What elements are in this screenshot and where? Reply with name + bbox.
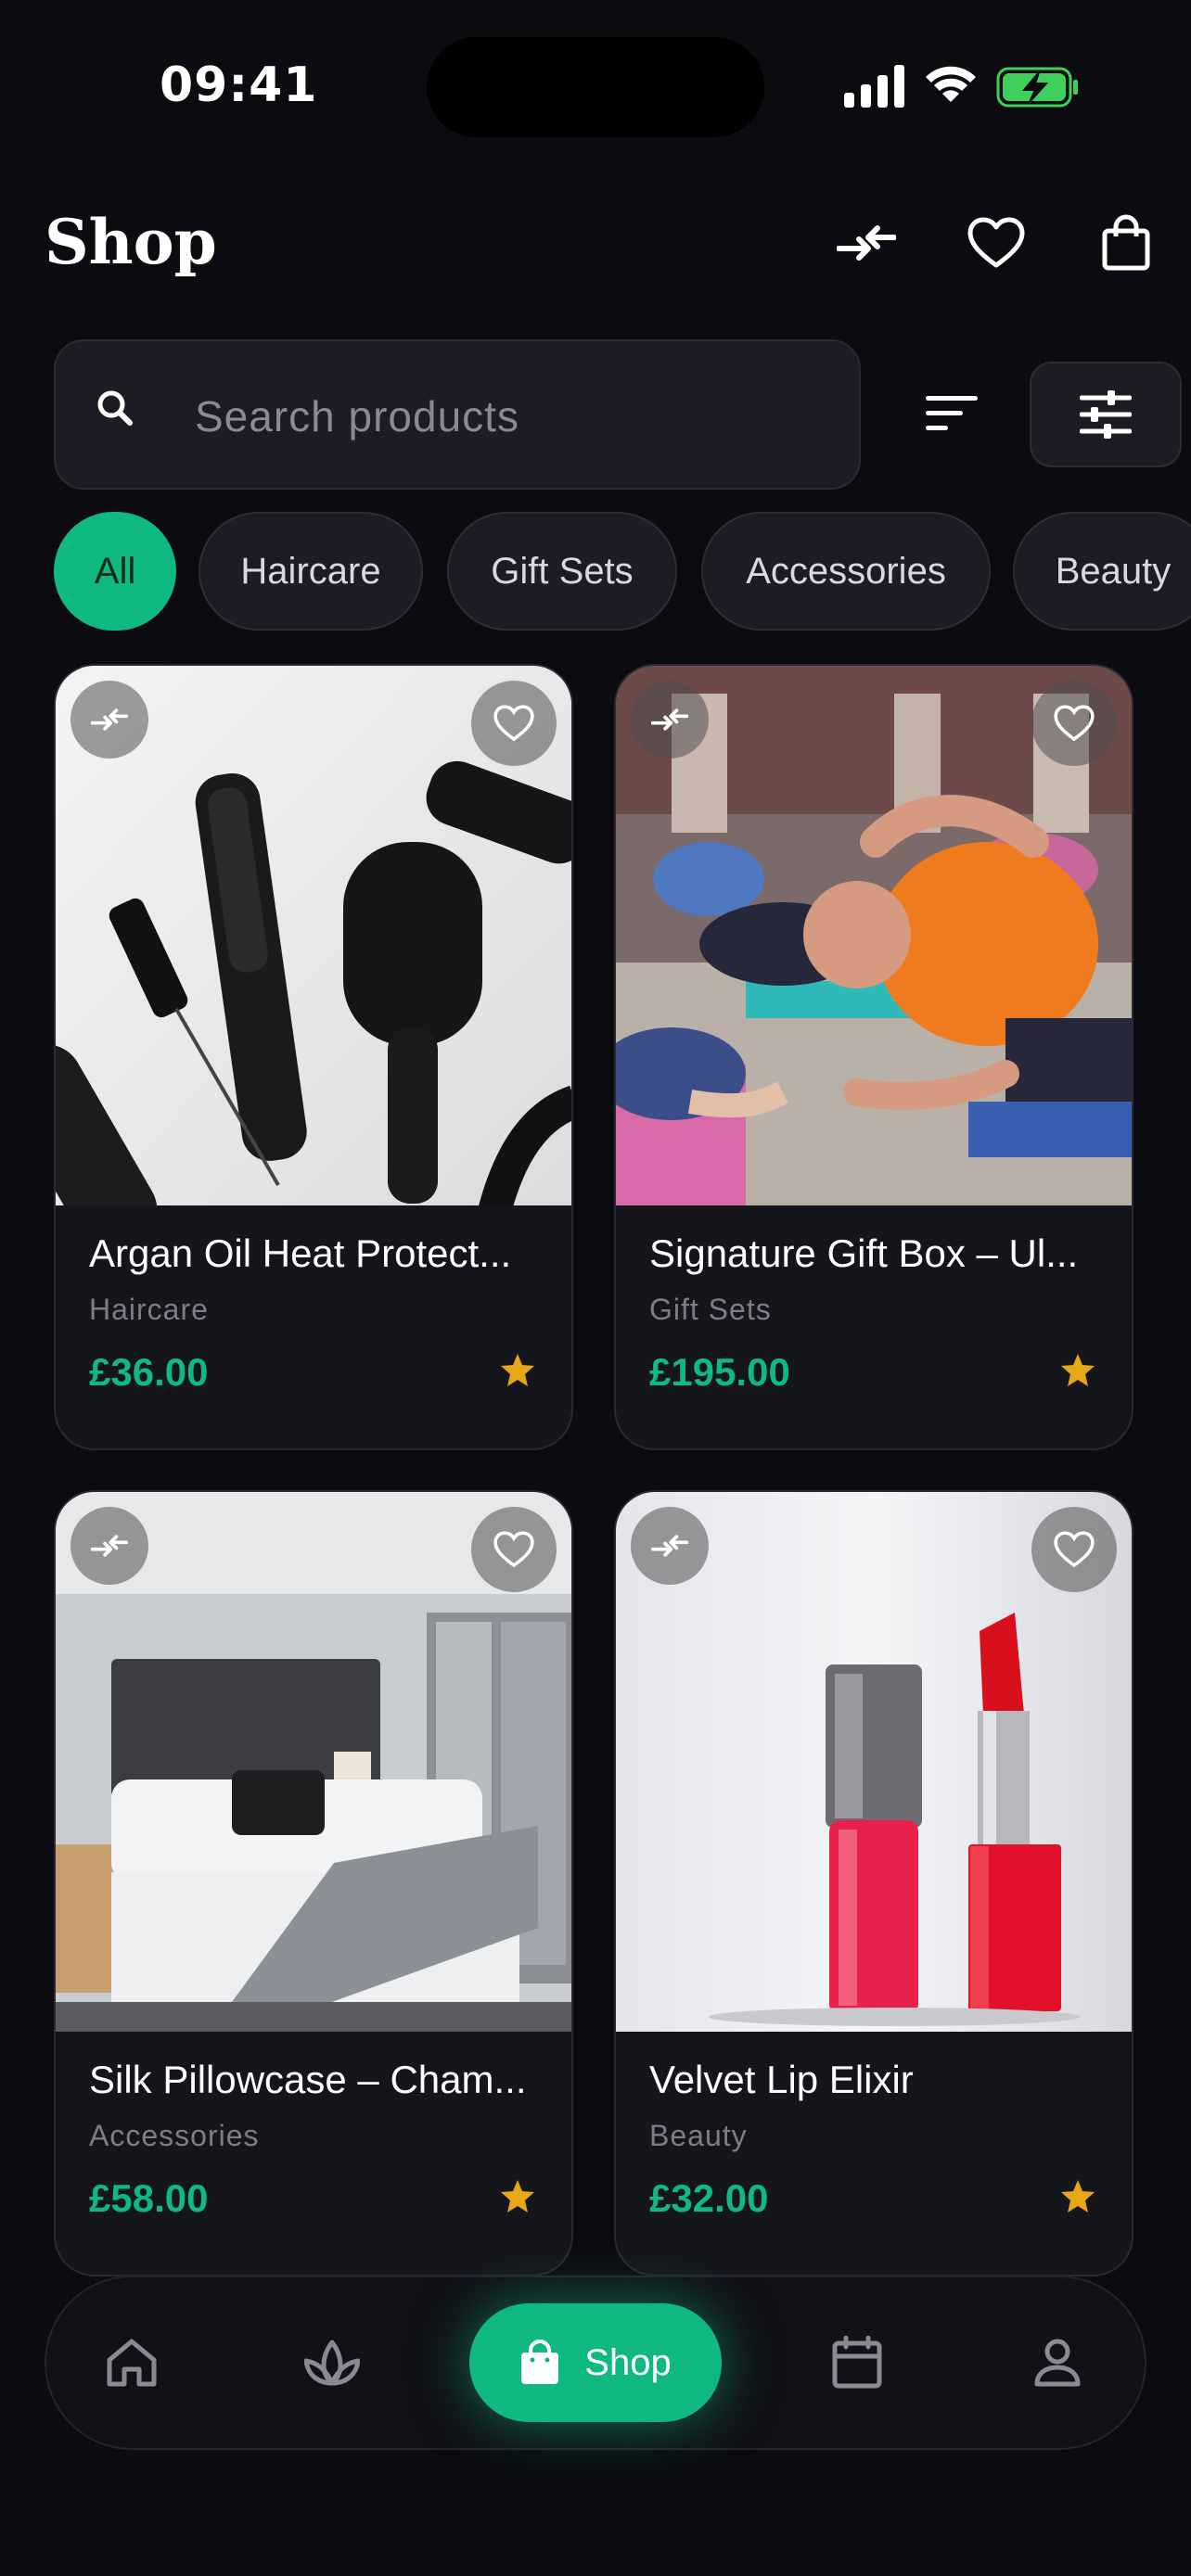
- product-category: Beauty: [649, 2119, 748, 2152]
- home-icon: [107, 2339, 157, 2387]
- nav-services[interactable]: [299, 2329, 365, 2396]
- product-price: £36.00: [89, 1350, 209, 1394]
- product-price: £58.00: [89, 2176, 209, 2220]
- chip-all[interactable]: All: [54, 512, 176, 631]
- star-icon: [501, 2180, 534, 2213]
- card-compare-button[interactable]: [631, 1507, 709, 1585]
- product-card[interactable]: Velvet Lip Elixir Beauty £32.00: [614, 1490, 1133, 2276]
- product-price: £195.00: [649, 1350, 790, 1394]
- product-card[interactable]: Silk Pillowcase – Cham... Accessories £5…: [54, 1490, 573, 2276]
- card-compare-button[interactable]: [631, 681, 709, 759]
- card-favorite-button[interactable]: [471, 681, 557, 766]
- card-favorite-button[interactable]: [471, 1507, 557, 1592]
- chip-gift-sets[interactable]: Gift Sets: [447, 512, 677, 631]
- page-title: Shop: [45, 206, 217, 278]
- compare-arrows-icon: [837, 225, 896, 261]
- heart-icon: [493, 705, 534, 742]
- compare-arrows-icon: [651, 1535, 688, 1557]
- card-compare-button[interactable]: [70, 681, 148, 759]
- product-category: Accessories: [89, 2119, 260, 2152]
- sliders-icon: [1080, 390, 1132, 439]
- shopping-bag-icon: [1102, 214, 1150, 271]
- sort-icon: [926, 396, 978, 430]
- lotus-icon: [304, 2340, 360, 2386]
- heart-icon: [1054, 705, 1095, 742]
- heart-icon: [493, 1531, 534, 1568]
- product-name: Signature Gift Box – Ul...: [649, 1231, 1079, 1275]
- cart-button[interactable]: [1093, 210, 1159, 276]
- status-time: 09:41: [160, 57, 318, 113]
- heart-icon: [1054, 1531, 1095, 1568]
- card-compare-button[interactable]: [70, 1507, 148, 1585]
- product-category: Haircare: [89, 1293, 209, 1326]
- cellular-signal-icon: [844, 65, 904, 108]
- chip-label: Accessories: [746, 550, 946, 592]
- shopping-bag-icon: [521, 2340, 559, 2384]
- wifi-icon: [926, 66, 976, 102]
- chip-label: Gift Sets: [491, 550, 634, 592]
- compare-arrows-icon: [91, 1535, 128, 1557]
- chip-label: Haircare: [240, 550, 381, 592]
- product-name: Argan Oil Heat Protect...: [89, 1231, 512, 1275]
- nav-shop[interactable]: Shop: [469, 2303, 722, 2422]
- nav-shop-label: Shop: [584, 2341, 672, 2383]
- status-bar: 09:41: [0, 0, 1191, 139]
- compare-arrows-icon: [651, 708, 688, 731]
- chip-label: All: [94, 550, 136, 592]
- product-name: Silk Pillowcase – Cham...: [89, 2058, 527, 2101]
- product-name: Velvet Lip Elixir: [649, 2058, 914, 2101]
- user-icon: [1034, 2339, 1081, 2387]
- compare-button[interactable]: [833, 210, 900, 276]
- nav-bookings[interactable]: [824, 2329, 890, 2396]
- dynamic-island: [427, 37, 764, 137]
- calendar-icon: [832, 2336, 882, 2389]
- product-category: Gift Sets: [649, 1293, 772, 1326]
- wishlist-button[interactable]: [963, 210, 1030, 276]
- chip-label: Beauty: [1055, 550, 1172, 592]
- card-favorite-button[interactable]: [1031, 1507, 1117, 1592]
- star-icon: [501, 1354, 534, 1386]
- card-favorite-button[interactable]: [1031, 681, 1117, 766]
- sort-button[interactable]: [918, 380, 985, 447]
- battery-charging-icon: [996, 67, 1078, 108]
- chip-haircare[interactable]: Haircare: [198, 512, 423, 631]
- star-icon: [1061, 1354, 1095, 1386]
- product-card[interactable]: Signature Gift Box – Ul... Gift Sets £19…: [614, 664, 1133, 1450]
- chip-beauty[interactable]: Beauty: [1013, 512, 1191, 631]
- search-input[interactable]: [195, 384, 826, 449]
- filter-button[interactable]: [1030, 362, 1182, 467]
- category-chips: All Haircare Gift Sets Accessories Beaut…: [54, 512, 1191, 631]
- nav-home[interactable]: [98, 2329, 165, 2396]
- heart-icon: [967, 217, 1025, 268]
- nav-profile[interactable]: [1024, 2329, 1091, 2396]
- product-card[interactable]: Argan Oil Heat Protect... Haircare £36.0…: [54, 664, 573, 1450]
- search-icon: [97, 390, 133, 426]
- compare-arrows-icon: [91, 708, 128, 731]
- chip-accessories[interactable]: Accessories: [701, 512, 991, 631]
- product-price: £32.00: [649, 2176, 769, 2220]
- star-icon: [1061, 2180, 1095, 2213]
